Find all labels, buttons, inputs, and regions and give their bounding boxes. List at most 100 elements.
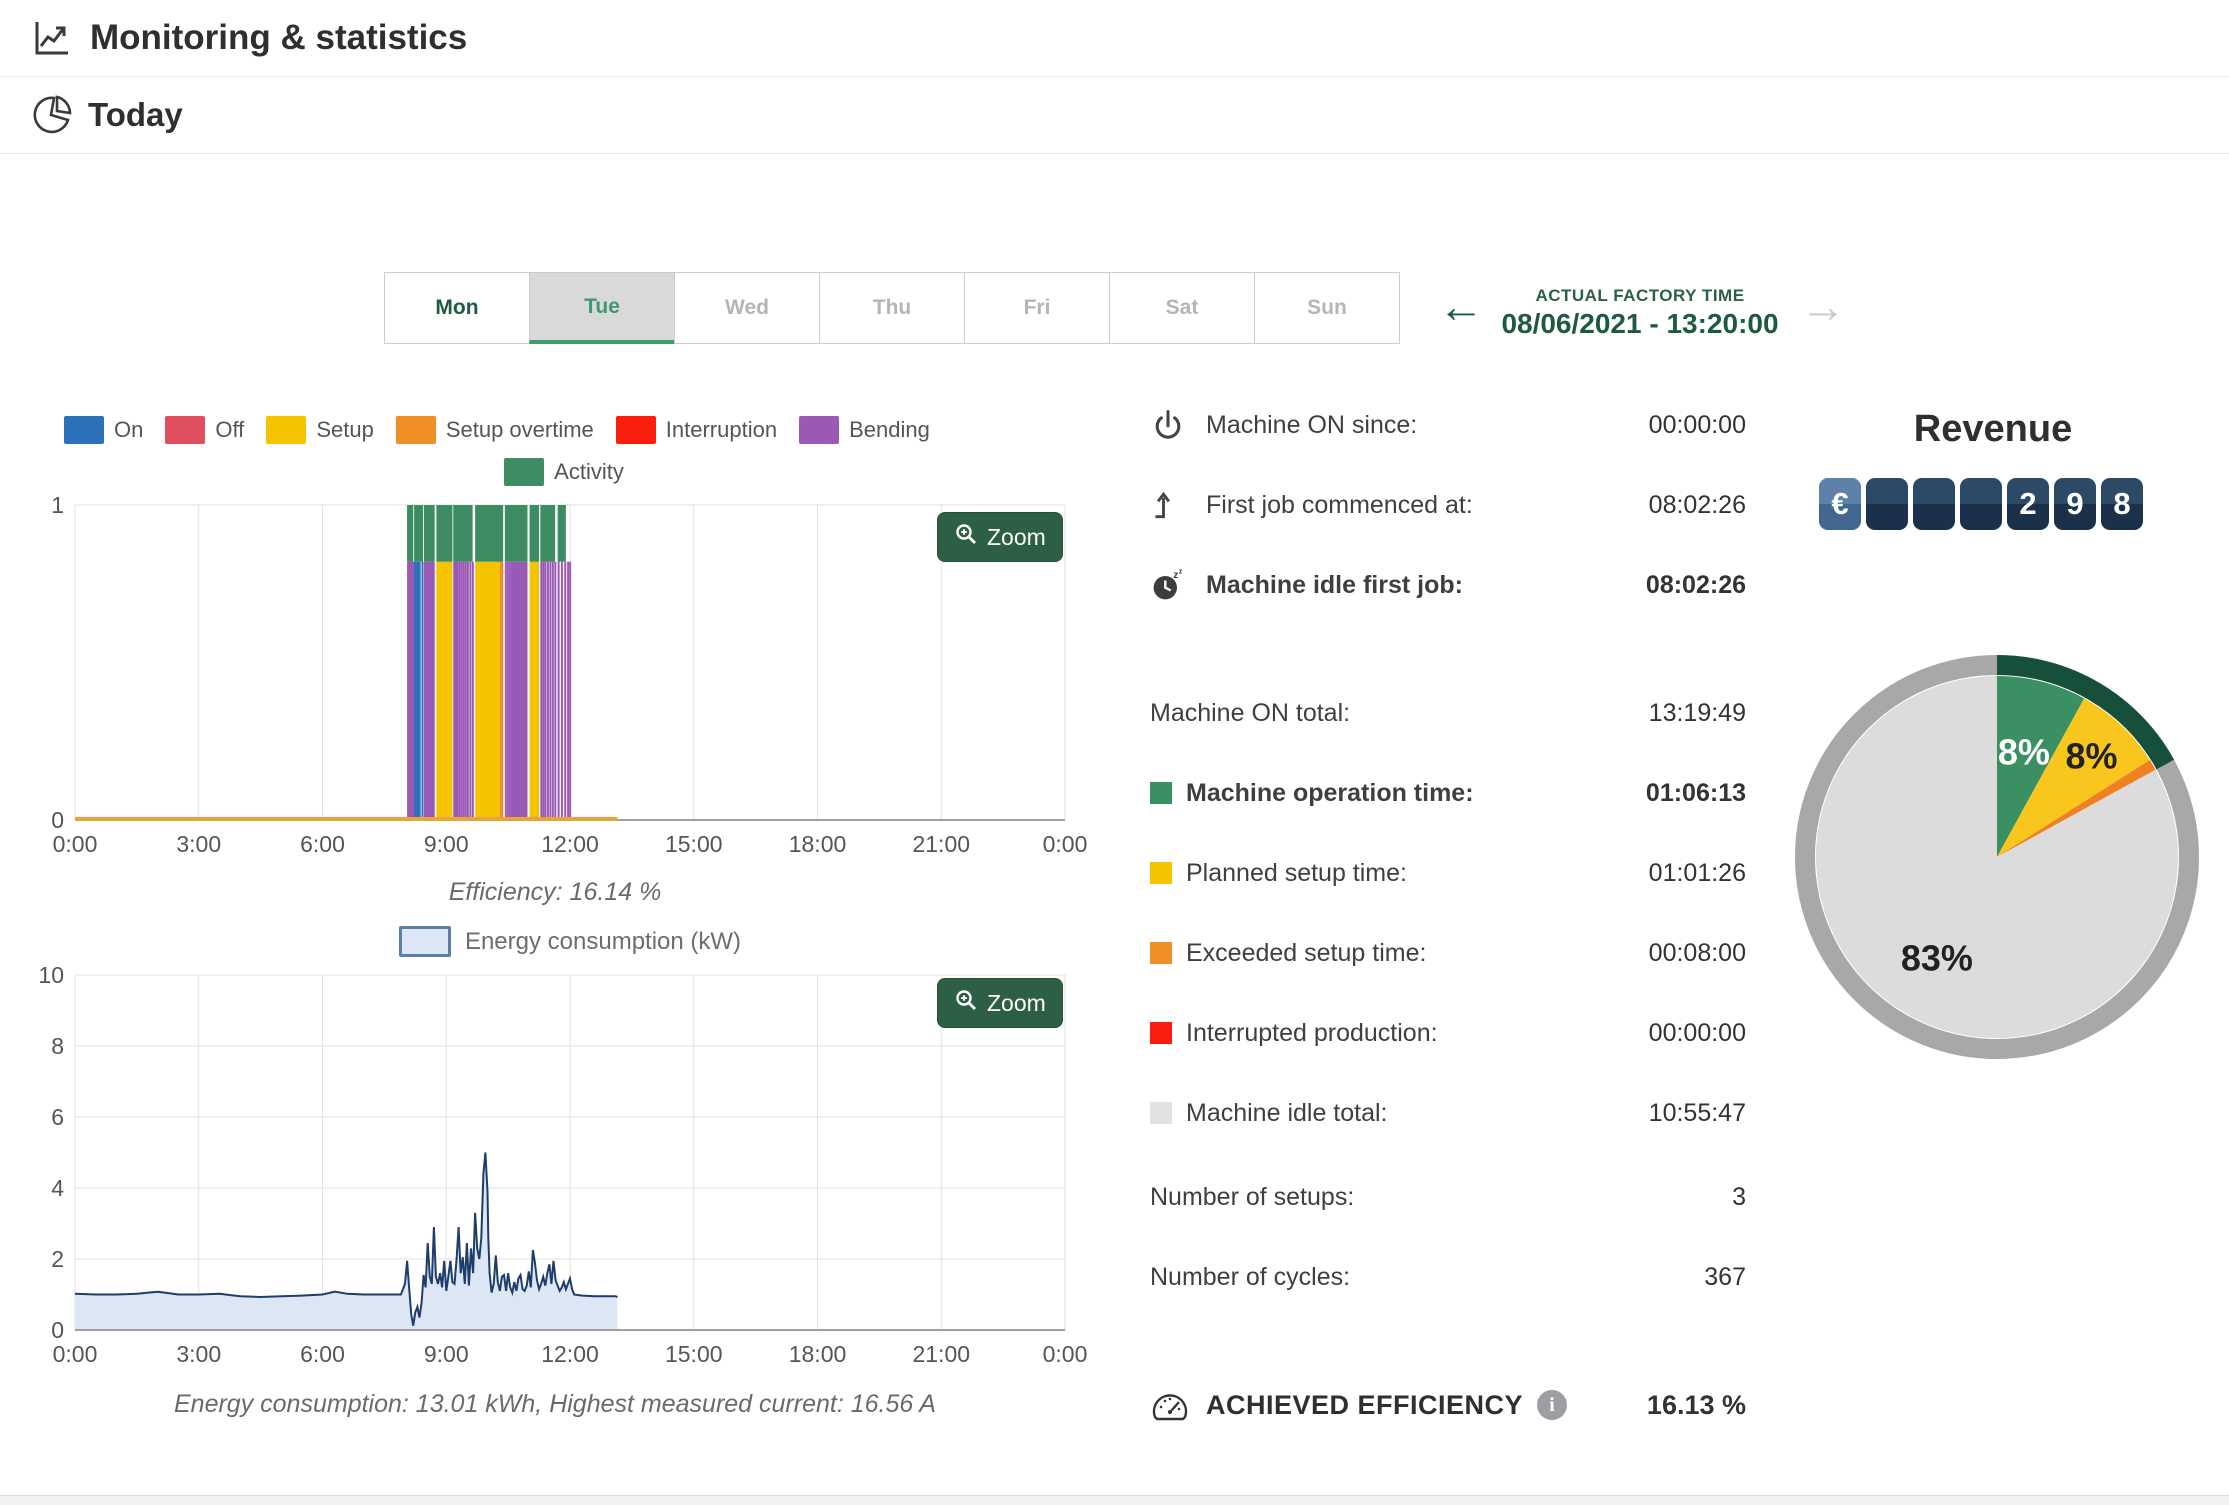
stat-label: Exceeded setup time: (1186, 938, 1427, 967)
info-icon[interactable]: i (1537, 1390, 1568, 1420)
revenue-title: Revenue (1913, 408, 2073, 450)
energy-zoom-button[interactable]: Zoom (937, 978, 1063, 1028)
revenue-digit-5: 8 (2101, 478, 2143, 530)
svg-text:15:00: 15:00 (665, 1341, 723, 1367)
page-title: Monitoring & statistics (90, 18, 468, 57)
stat-row-exceeded-setup-time: Exceeded setup time: 00:08:00 (1150, 933, 1746, 973)
svg-text:18:00: 18:00 (789, 1341, 847, 1367)
svg-text:3:00: 3:00 (176, 831, 221, 857)
tab-sun[interactable]: Sun (1254, 272, 1400, 344)
legend-interruption: Interruption (615, 416, 777, 444)
legend-activity-label: Activity (554, 459, 624, 484)
revenue-digit-3: 2 (2007, 478, 2049, 530)
svg-text:6: 6 (51, 1104, 64, 1130)
stat-label: Machine operation time: (1186, 778, 1474, 807)
legend-setup-overtime-label: Setup overtime (445, 417, 594, 442)
svg-text:9:00: 9:00 (424, 1341, 469, 1367)
svg-text:6:00: 6:00 (300, 1341, 345, 1367)
footer-strip (0, 1495, 2229, 1505)
stat-label: First job commenced at: (1206, 490, 1473, 519)
svg-text:2: 2 (51, 1246, 64, 1272)
stat-value: 367 (1704, 1262, 1746, 1291)
stat-swatch (1150, 1102, 1172, 1124)
svg-text:18:00: 18:00 (789, 831, 847, 857)
legend-off: Off (165, 416, 244, 444)
svg-text:0:00: 0:00 (1043, 831, 1088, 857)
stat-swatch (1150, 1022, 1172, 1044)
timeline-zoom-button[interactable]: Zoom (937, 512, 1063, 562)
tab-mon[interactable]: Mon (384, 272, 530, 344)
energy-consumption-chart: 0:00 3:00 6:00 9:00 12:00 15:00 18:00 21:00 0:00… (38, 962, 1087, 1367)
magnifier-plus-icon (954, 988, 978, 1018)
stat-value: 00:00:00 (1648, 410, 1746, 439)
energy-legend-swatch (398, 926, 451, 957)
legend-activity: Activity (504, 458, 624, 486)
factory-time-value: 08/06/2021 - 13:20:00 (1501, 308, 1779, 339)
revenue-counter: €2 9 8 (1819, 478, 2143, 530)
revenue-digit-2 (1960, 478, 2002, 530)
tab-sat[interactable]: Sat (1109, 272, 1255, 344)
state-legend: On Off Setup Setup overtime Interruption Bend… (64, 416, 930, 444)
stat-value: 01:06:13 (1645, 778, 1746, 807)
tab-tue[interactable]: Tue (529, 272, 675, 344)
achieved-efficiency-row: ACHIEVED EFFICIENCY i 16.13 % (1150, 1385, 1746, 1425)
revenue-digit-1 (1913, 478, 1955, 530)
stat-label: Machine ON since: (1206, 410, 1418, 439)
energy-legend-label: Energy consumption (kW) (464, 927, 742, 955)
tab-thu[interactable]: Thu (819, 272, 965, 344)
stat-label: Number of setups: (1150, 1182, 1355, 1211)
svg-text:10: 10 (38, 962, 64, 988)
legend-interruption-swatch (615, 416, 656, 444)
svg-text:15:00: 15:00 (665, 831, 723, 857)
svg-text:21:00: 21:00 (912, 1341, 970, 1367)
next-day-arrow[interactable]: → (1800, 283, 1846, 329)
svg-text:6:00: 6:00 (300, 831, 345, 857)
first-job-icon (1150, 485, 1192, 525)
stat-value: 10:55:47 (1648, 1098, 1746, 1127)
stat-value: 00:00:00 (1648, 1018, 1746, 1047)
baseline-on-indicator (75, 817, 618, 821)
tab-wed[interactable]: Wed (674, 272, 820, 344)
stat-row-machine-on-total: Machine ON total: 13:19:49 (1150, 693, 1746, 733)
pie-chart-icon (30, 94, 72, 136)
tab-fri[interactable]: Fri (964, 272, 1110, 344)
legend-on-label: On (114, 417, 144, 442)
factory-time-label: ACTUAL FACTORY TIME (1535, 286, 1745, 305)
time-distribution-pie-chart: 8% 8% 83% (1795, 655, 2199, 1059)
power-icon (1150, 405, 1192, 445)
state-segments (407, 561, 572, 820)
idle-clock-icon: zz (1150, 565, 1192, 605)
previous-day-arrow[interactable]: ← (1438, 283, 1484, 329)
stat-value: 08:02:26 (1645, 570, 1746, 599)
svg-text:z: z (1179, 566, 1183, 575)
svg-text:3:00: 3:00 (176, 1341, 221, 1367)
achieved-efficiency-value: 16.13 % (1646, 1389, 1746, 1420)
stat-swatch (1150, 782, 1172, 804)
legend-off-label: Off (215, 417, 245, 442)
legend-setup-swatch (266, 416, 307, 444)
stat-value: 13:19:49 (1648, 698, 1746, 727)
legend-bending-label: Bending (849, 417, 930, 442)
svg-text:1: 1 (51, 492, 64, 518)
stat-value: 08:02:26 (1648, 490, 1746, 519)
stat-value: 3 (1732, 1182, 1746, 1211)
stat-label: Planned setup time: (1186, 858, 1407, 887)
svg-text:12:00: 12:00 (541, 1341, 599, 1367)
achieved-efficiency-label: ACHIEVED EFFICIENCY (1206, 1389, 1524, 1420)
legend-bending: Bending (799, 416, 930, 444)
stat-row-machine-on-since: Machine ON since: 00:00:00 (1150, 405, 1746, 445)
legend-activity-swatch (504, 458, 545, 486)
today-section-header: Today (0, 77, 2229, 154)
stat-row-machine-operation-time: Machine operation time: 01:06:13 (1150, 773, 1746, 813)
zoom-button-label: Zoom (987, 523, 1046, 550)
legend-setup-overtime-swatch (395, 416, 436, 444)
stat-label: Number of cycles: (1150, 1262, 1351, 1291)
pie-label-0: 8% (1998, 731, 2050, 772)
svg-text:9:00: 9:00 (424, 831, 469, 857)
stat-row-interrupted-production: Interrupted production: 00:00:00 (1150, 1013, 1746, 1053)
euro-currency-box: € (1819, 478, 1861, 530)
app-header: Monitoring & statistics (0, 0, 2229, 77)
svg-text:z: z (1173, 570, 1178, 581)
svg-text:12:00: 12:00 (541, 831, 599, 857)
svg-text:21:00: 21:00 (912, 831, 970, 857)
